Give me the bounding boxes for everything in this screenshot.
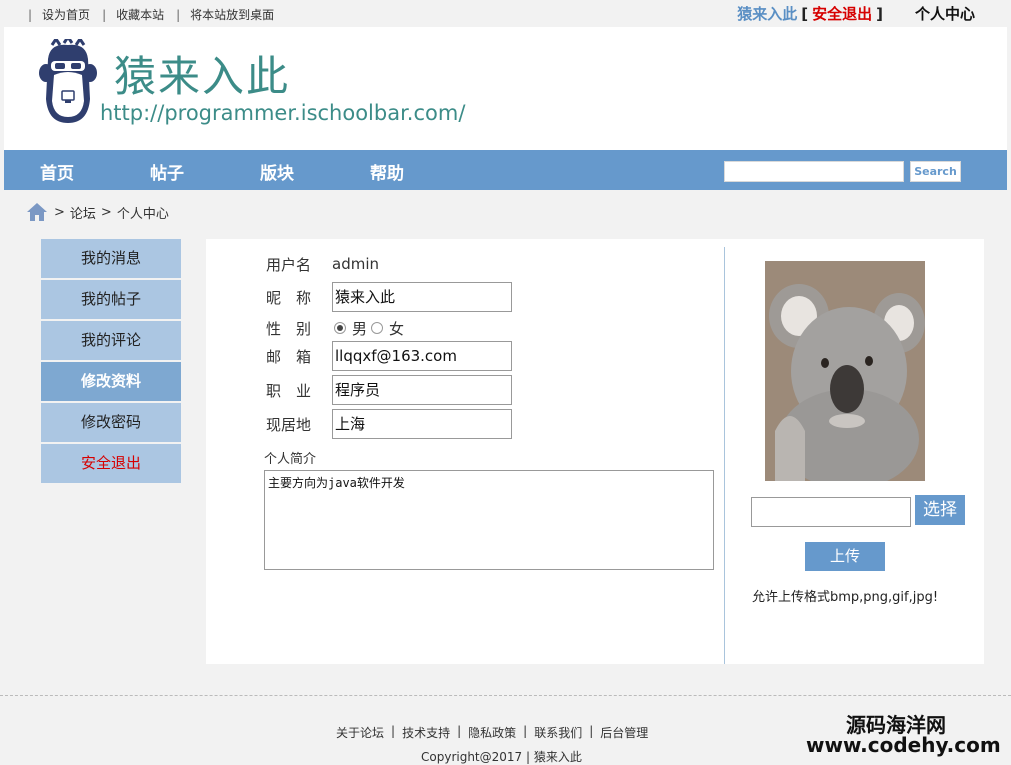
intro-textarea[interactable]: 主要方向为java软件开发 — [264, 470, 714, 570]
monkey-logo-icon — [39, 39, 97, 123]
footer-links: 关于论坛 | 技术支持 | 隐私政策 | 联系我们 | 后台管理 — [336, 724, 649, 741]
home-icon[interactable] — [26, 202, 48, 222]
desktop-shortcut-link[interactable]: 将本站放到桌面 — [190, 6, 274, 23]
gender-male-radio[interactable] — [334, 322, 346, 334]
nav-item-home[interactable]: 首页 — [40, 159, 74, 184]
job-field[interactable]: 程序员 — [332, 375, 512, 405]
sidebar-item-edit-profile[interactable]: 修改资料 — [41, 362, 181, 401]
panel-divider — [724, 247, 725, 664]
search-button[interactable]: Search — [910, 161, 961, 182]
intro-label: 个人简介 — [264, 452, 317, 467]
username-value: admin — [332, 255, 379, 273]
footer-divider — [0, 695, 1011, 696]
gender-female-label: 女 — [389, 319, 405, 338]
site-title: 猿来入此 — [114, 52, 291, 101]
bookmark-link[interactable]: 收藏本站 — [116, 6, 164, 23]
username-label: 用户名 — [266, 255, 312, 274]
sidebar-item-change-password[interactable]: 修改密码 — [41, 403, 181, 442]
logout-link[interactable]: 安全退出 — [812, 3, 872, 24]
allowed-formats-text: 允许上传格式bmp,png,gif,jpg! — [752, 590, 939, 605]
gender-male-label: 男 — [352, 319, 368, 338]
email-field[interactable]: llqqxf@163.com — [332, 341, 512, 371]
sidebar: 我的消息 我的帖子 我的评论 修改资料 修改密码 安全退出 — [41, 239, 181, 485]
sidebar-item-my-posts[interactable]: 我的帖子 — [41, 280, 181, 319]
watermark-site-url: www.codehy.com — [806, 733, 1001, 757]
avatar-koala-image — [765, 261, 925, 481]
set-homepage-link[interactable]: 设为首页 — [42, 6, 90, 23]
nickname-row: 昵 称 猿来入此 — [266, 282, 512, 312]
top-bar: | 设为首页 | 收藏本站 | 将本站放到桌面 猿来入此 [ 安全退出 ] 个人… — [0, 0, 1011, 27]
site-header: 猿来入此 http://programmer.ischoolbar.com/ — [4, 27, 1007, 150]
breadcrumb: > 论坛 > 个人中心 — [26, 202, 174, 222]
footer-link-admin[interactable]: 后台管理 — [600, 724, 648, 741]
username-link[interactable]: 猿来入此 — [737, 3, 797, 24]
user-area: 猿来入此 [ 安全退出 ] 个人中心 — [737, 3, 975, 24]
sidebar-item-my-comments[interactable]: 我的评论 — [41, 321, 181, 360]
footer-link-privacy[interactable]: 隐私政策 — [468, 724, 516, 741]
location-field[interactable]: 上海 — [332, 409, 512, 439]
job-row: 职 业 程序员 — [266, 375, 512, 405]
location-row: 现居地 上海 — [266, 409, 512, 439]
user-center-link[interactable]: 个人中心 — [915, 3, 975, 24]
top-links: | 设为首页 | 收藏本站 | 将本站放到桌面 — [28, 6, 275, 23]
nickname-field[interactable]: 猿来入此 — [332, 282, 512, 312]
breadcrumb-user-center: 个人中心 — [116, 206, 169, 222]
gender-label: 性 别 — [266, 319, 312, 338]
gender-female-radio[interactable] — [371, 322, 384, 334]
main-nav: 首页 帖子 版块 帮助 Search — [4, 150, 1007, 190]
upload-button[interactable]: 上传 — [805, 542, 885, 571]
email-label: 邮 箱 — [266, 347, 312, 366]
footer-link-support[interactable]: 技术支持 — [402, 724, 450, 741]
username-row: 用户名 admin — [266, 249, 379, 279]
choose-file-button[interactable]: 选择 — [915, 495, 965, 525]
avatar-file-input[interactable] — [751, 497, 911, 527]
copyright-text: Copyright@2017 | 猿来入此 — [421, 750, 582, 764]
job-label: 职 业 — [266, 381, 312, 400]
email-row: 邮 箱 llqqxf@163.com — [266, 341, 512, 371]
site-url[interactable]: http://programmer.ischoolbar.com/ — [100, 101, 465, 125]
search-input[interactable] — [724, 161, 904, 182]
nickname-label: 昵 称 — [266, 288, 312, 307]
nav-item-posts[interactable]: 帖子 — [150, 159, 184, 184]
nav-item-boards[interactable]: 版块 — [260, 159, 294, 184]
breadcrumb-forum[interactable]: 论坛 — [70, 203, 96, 222]
profile-panel: 用户名 admin 昵 称 猿来入此 性 别 男 女 邮 箱 llqqxf@16… — [206, 239, 984, 664]
location-label: 现居地 — [266, 415, 312, 434]
footer-link-about[interactable]: 关于论坛 — [336, 724, 384, 741]
footer-link-contact[interactable]: 联系我们 — [534, 724, 582, 741]
nav-item-help[interactable]: 帮助 — [370, 159, 404, 184]
gender-row: 性 别 男 女 — [266, 313, 404, 343]
sidebar-item-messages[interactable]: 我的消息 — [41, 239, 181, 278]
sidebar-item-logout[interactable]: 安全退出 — [41, 444, 181, 483]
